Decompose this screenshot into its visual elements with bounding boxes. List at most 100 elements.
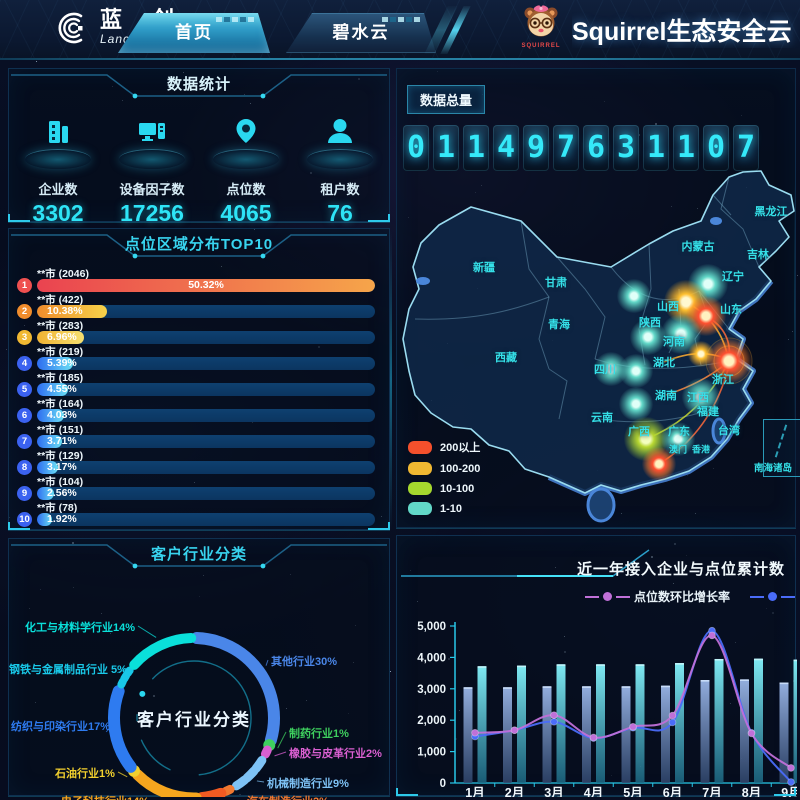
bar-series1[interactable]	[464, 687, 473, 783]
line-point[interactable]	[590, 734, 597, 741]
donut-label[interactable]: 机械制造行业9%	[267, 775, 349, 791]
bar-series2[interactable]	[517, 666, 526, 783]
bar-series1[interactable]	[503, 687, 512, 783]
line-point[interactable]	[551, 712, 558, 719]
top10-row: **市 (164)64.03%	[17, 397, 375, 423]
province-label: 湖北	[653, 354, 675, 370]
top10-bar-track[interactable]: 4.55%	[37, 383, 375, 396]
bar-series2[interactable]	[596, 664, 605, 783]
heat-point-min	[619, 354, 653, 388]
bar-series1[interactable]	[780, 683, 789, 783]
province-label: 陕西	[639, 314, 661, 330]
donut-label[interactable]: 其他行业30%	[271, 653, 337, 669]
top10-bar-track[interactable]: 1.92%	[37, 513, 375, 526]
map-legend: 200以上 100-200 10-100 1-10	[408, 439, 480, 522]
donut-segment[interactable]	[226, 789, 230, 791]
tab-bishuiyun[interactable]: 碧水云	[286, 13, 436, 53]
bar-series2[interactable]	[478, 666, 487, 783]
donut-segment[interactable]	[236, 780, 244, 786]
donut-label[interactable]: 橡胶与皮革行业2%	[289, 745, 382, 761]
location-pedestal	[200, 109, 292, 171]
line-point[interactable]	[669, 719, 676, 726]
top10-bar-pct: 2.56%	[47, 487, 77, 500]
donut-label[interactable]: 制药行业1%	[289, 725, 349, 741]
top10-row: **市 (104)92.56%	[17, 475, 375, 501]
device-pedestal	[106, 109, 198, 171]
line-point[interactable]	[788, 765, 795, 772]
donut-segment[interactable]	[134, 638, 191, 665]
bar-series1[interactable]	[701, 680, 710, 783]
line-point[interactable]	[788, 779, 795, 786]
line-point[interactable]	[551, 718, 558, 725]
squirrel-mascot: SQUIRREL	[518, 4, 564, 49]
donut-segment[interactable]	[202, 793, 221, 797]
map-legend-item[interactable]: 10-100	[408, 482, 480, 495]
tab-home-label: 首页	[175, 23, 213, 42]
top10-bar-pct: 3.71%	[47, 435, 77, 448]
map-legend-item[interactable]: 100-200	[408, 462, 480, 475]
province-label: 云南	[591, 409, 613, 425]
top10-bar-track[interactable]: 10.38%	[37, 305, 375, 318]
donut-segment[interactable]	[128, 671, 130, 674]
province-label: 台湾	[718, 422, 740, 438]
corner-accent	[8, 522, 30, 530]
donut-label[interactable]: 汽车制造行业2%	[247, 793, 329, 800]
donut-label[interactable]: 纺织与印染行业17%	[11, 718, 110, 734]
top10-bar-track[interactable]: 4.03%	[37, 409, 375, 422]
top10-bar-track[interactable]: 6.96%	[37, 331, 375, 344]
pedestal-glow	[119, 149, 185, 169]
bar-series2[interactable]	[636, 664, 645, 783]
line-point[interactable]	[669, 712, 676, 719]
tab-home[interactable]: 首页	[118, 13, 270, 53]
south-sea-inset: 南海诸岛	[763, 419, 800, 477]
donut-label[interactable]: 钢铁与金属制品行业 5%	[9, 661, 127, 677]
x-axis-month-label: 5月	[623, 786, 642, 797]
bar-series1[interactable]	[661, 686, 670, 783]
y-axis-tick: 1,000	[417, 747, 446, 759]
donut-segment[interactable]	[247, 771, 254, 778]
counter-digit: 1	[643, 125, 669, 171]
counter-digit: 0	[403, 125, 429, 171]
line-point[interactable]	[748, 730, 755, 737]
line-point[interactable]	[472, 729, 479, 736]
top10-bar-track[interactable]: 2.56%	[37, 487, 375, 500]
counter-digit: 0	[703, 125, 729, 171]
combo-chart-svg: 01,0002,0003,0004,0005,0001月2月3月4月5月6月7月…	[397, 536, 797, 797]
donut-label[interactable]: 石油行业1%	[55, 765, 115, 781]
lanchuang-logo-icon	[54, 8, 92, 46]
province-label: 内蒙古	[682, 238, 715, 254]
donut-segment[interactable]	[114, 691, 131, 767]
line-point[interactable]	[630, 723, 637, 730]
line-point[interactable]	[709, 632, 716, 639]
counter-digit: 1	[433, 125, 459, 171]
line-point[interactable]	[511, 727, 518, 734]
donut-label[interactable]: 电子科技行业14%	[61, 793, 149, 800]
top10-rank-badge: 4	[17, 356, 32, 371]
top10-bar-track[interactable]: 3.17%	[37, 461, 375, 474]
bar-series2[interactable]	[715, 659, 724, 783]
donut-segment[interactable]	[265, 750, 267, 754]
stat-item-3: 点位数4065	[200, 109, 292, 227]
stat-value: 4065	[200, 200, 292, 227]
map-legend-item[interactable]: 1-10	[408, 502, 480, 515]
data-total-badge: 数据总量	[407, 85, 485, 114]
bar-series2[interactable]	[675, 663, 684, 783]
bar-series2[interactable]	[754, 659, 763, 783]
bar-series1[interactable]	[622, 686, 631, 783]
bar-series1[interactable]	[740, 679, 749, 783]
bar-series2[interactable]	[794, 660, 798, 783]
bar-series1[interactable]	[543, 686, 552, 783]
heat-point-min	[619, 387, 653, 421]
province-label: 西藏	[495, 349, 517, 365]
top10-bar-pct: 4.03%	[47, 409, 77, 422]
donut-label[interactable]: 化工与材料学行业14%	[25, 619, 135, 635]
province-label: 河南	[663, 333, 685, 349]
panel-header: 客户行业分类	[9, 539, 389, 573]
map-legend-item[interactable]: 200以上	[408, 439, 480, 455]
top10-bar-track[interactable]: 3.71%	[37, 435, 375, 448]
donut-segment[interactable]	[256, 760, 262, 768]
top10-bar-track[interactable]: 5.39%	[37, 357, 375, 370]
top10-bar-track[interactable]: 50.32%	[37, 279, 375, 292]
province-label: 甘肃	[545, 274, 567, 290]
map-legend-swatch	[408, 441, 432, 454]
